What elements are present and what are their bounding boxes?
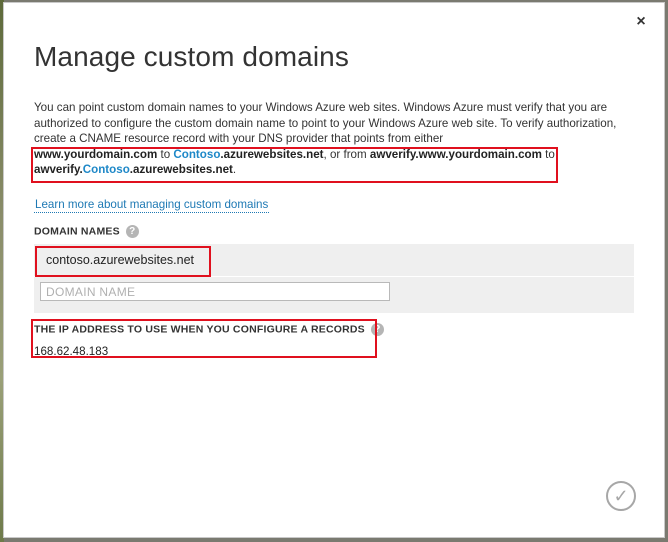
dialog-title: Manage custom domains: [34, 41, 349, 72]
domain-names-label-text: DOMAIN NAMES: [34, 225, 120, 238]
close-button[interactable]: ×: [632, 13, 650, 31]
domain-name-input[interactable]: [40, 282, 390, 301]
description-intro: You can point custom domain names to you…: [34, 101, 617, 146]
manage-domains-dialog: × Manage custom domains You can point cu…: [3, 2, 665, 538]
ok-checkmark-button[interactable]: ✓: [606, 481, 636, 511]
existing-domain-highlight-box: [35, 246, 211, 277]
cname-highlight-box: [31, 147, 558, 183]
ip-highlight-box: [31, 319, 377, 358]
help-icon[interactable]: ?: [125, 225, 139, 238]
new-domain-row: [34, 277, 634, 313]
domain-names-label: DOMAIN NAMES?: [34, 225, 139, 238]
learn-more-link[interactable]: Learn more about managing custom domains: [34, 197, 270, 213]
